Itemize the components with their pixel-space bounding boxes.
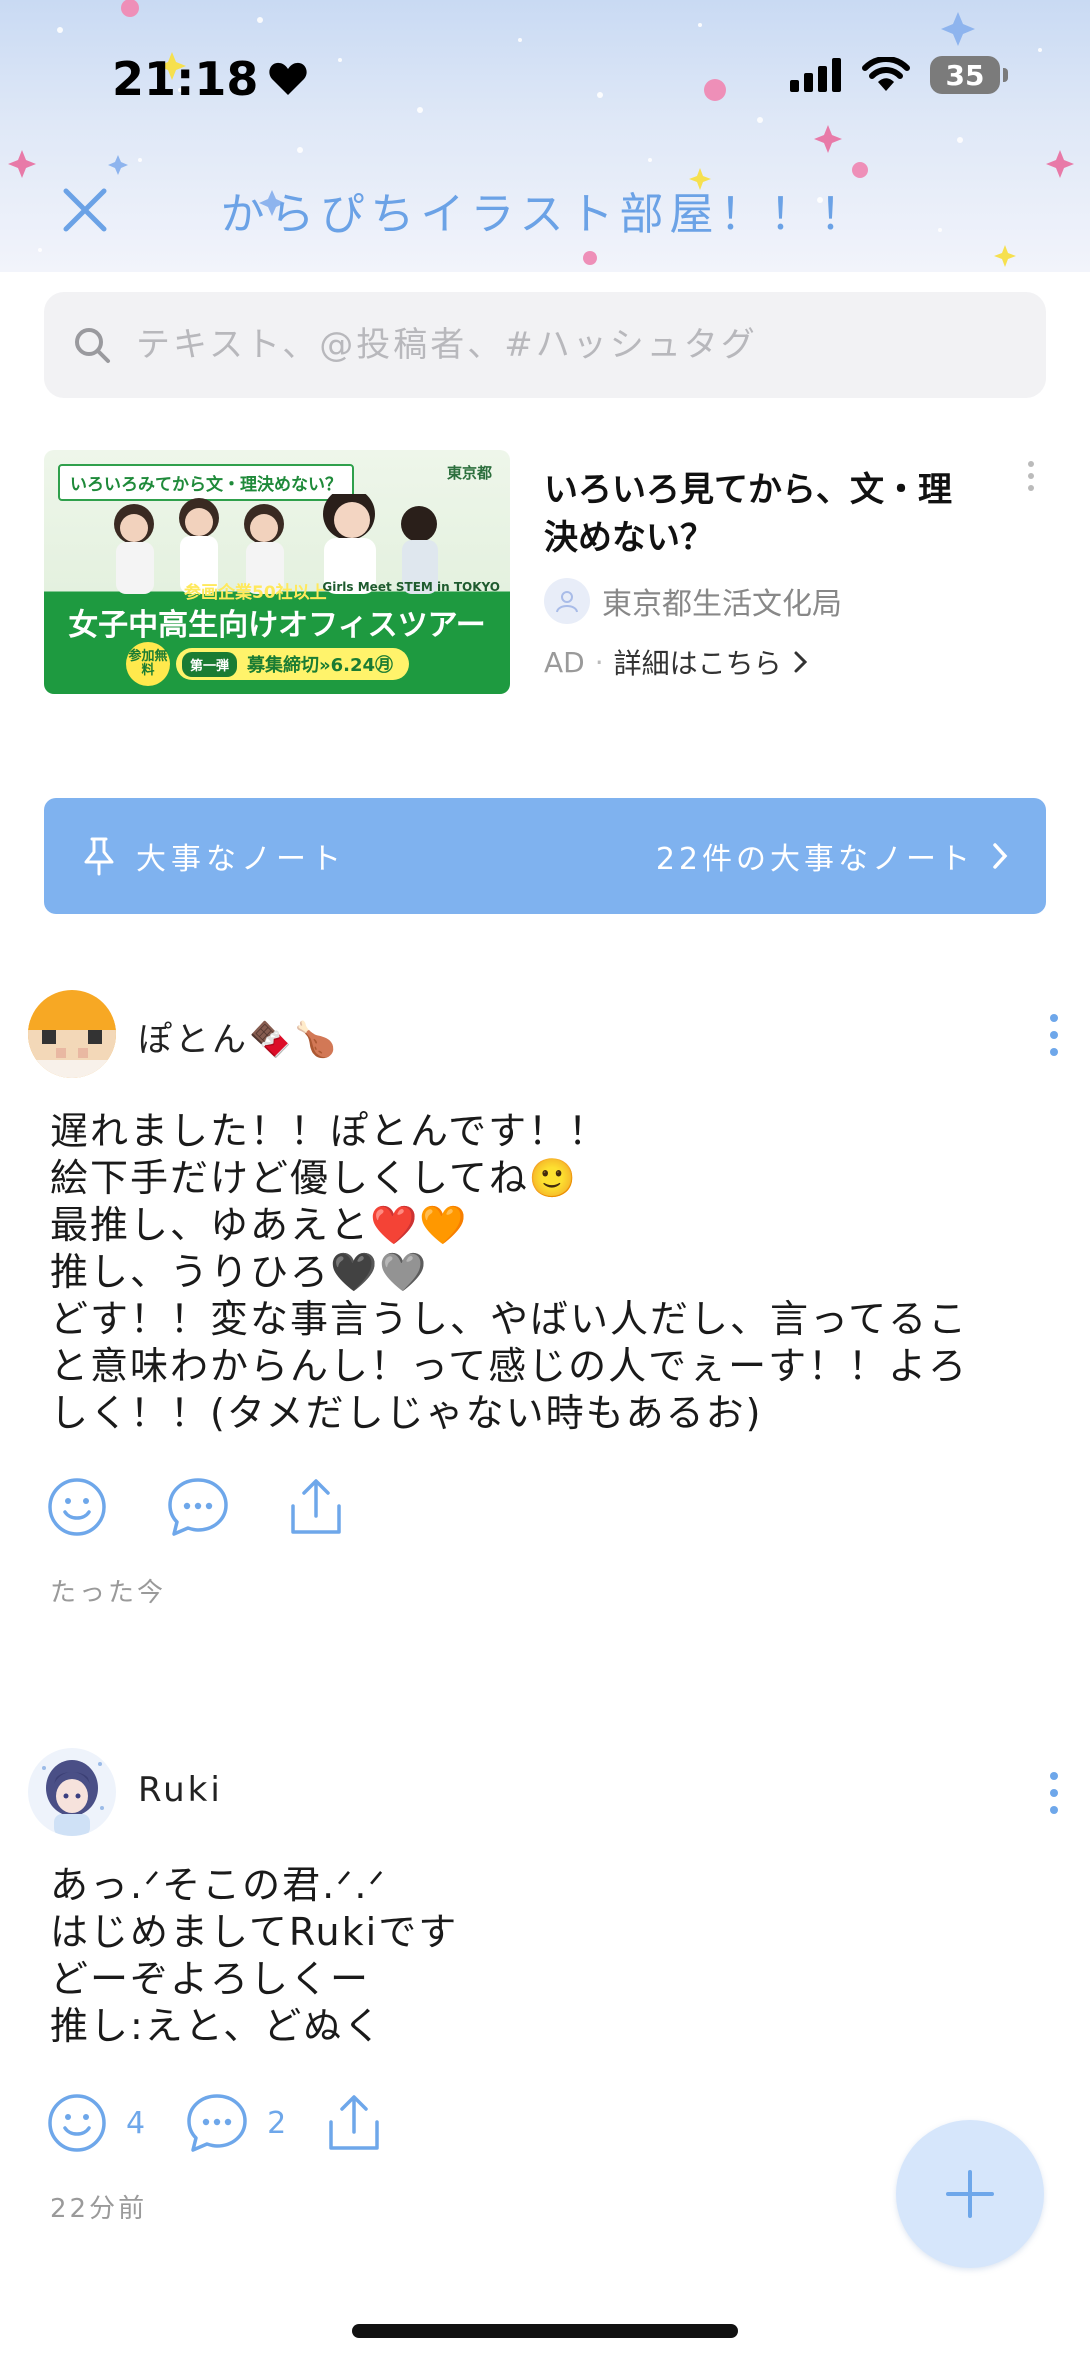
chevron-right-icon — [794, 651, 807, 673]
important-notes-label-group: 大事なノート — [80, 834, 346, 878]
important-notes-bar[interactable]: 大事なノート 22件の大事なノート — [44, 798, 1046, 914]
ad-banner-gov: 東京都 — [446, 464, 492, 482]
share-icon — [291, 1479, 341, 1534]
ad-card[interactable]: いろいろみてから文・理決めない？ 東京都 参画企業50社以上 Girls Mee… — [44, 450, 1046, 700]
cellular-signal-icon — [790, 58, 841, 92]
ad-title[interactable]: いろいろ見てから、文・理決めない？ — [544, 466, 984, 562]
search-input[interactable] — [134, 324, 1018, 366]
important-notes-label: 大事なノート — [136, 842, 346, 877]
search-icon — [75, 328, 110, 363]
new-post-button[interactable] — [896, 2120, 1044, 2268]
sponsor-avatar — [544, 578, 590, 624]
post-line: あっ.ᐟそこの君.ᐟ.ᐟ — [50, 1863, 387, 1907]
ad-sponsor-name: 東京都生活文化局 — [602, 587, 842, 622]
chevron-right-icon — [993, 843, 1008, 869]
separator-dot: · — [594, 645, 604, 679]
share-button[interactable] — [326, 2092, 382, 2154]
post-line: どーぞよろしくー — [50, 1957, 371, 2001]
pixel-avatar-image — [28, 990, 116, 1078]
post-line: と意味わからんし！って感じの人でぇーす！！よろ — [50, 1344, 969, 1388]
post-line: 推し:えと、どぬく — [50, 2004, 384, 2048]
post-line: はじめましてRukiです — [50, 1910, 459, 1954]
wifi-icon — [862, 57, 910, 91]
ad-banner-brand: Girls Meet STEM in TOKYO — [322, 580, 500, 594]
post-timestamp: 22分前 — [50, 2194, 148, 2224]
post-body: あっ.ᐟそこの君.ᐟ.ᐟ はじめましてRukiです どーぞよろしくー 推し:えと… — [50, 1862, 1050, 2050]
battery-indicator: 35 — [930, 56, 1008, 94]
ad-banner-free-badge: 参加無料 — [126, 642, 170, 686]
important-notes-count: 22件の大事なノート — [655, 842, 974, 877]
post-line: どす！！変な事言うし、やばい人だし、言ってるこ — [50, 1297, 969, 1341]
group-title: からぴちイラスト部屋！！！ — [220, 189, 870, 240]
share-button[interactable] — [288, 1476, 344, 1538]
post-line: しく！！(タメだしじゃない時もあるお) — [50, 1391, 763, 1435]
comment-button[interactable]: 2 — [185, 2092, 286, 2154]
home-indicator[interactable] — [352, 2324, 738, 2338]
user-icon — [556, 591, 578, 613]
comment-bubble-icon — [187, 2094, 247, 2152]
reaction-button[interactable] — [46, 1476, 126, 1538]
ad-sponsor: 東京都生活文化局 — [544, 578, 842, 624]
ad-banner-chip: 第一弾 — [182, 651, 238, 677]
post-card[interactable]: ぽとん🍫🍗 遅れました！！ぽとんです！！ 絵下手だけど優しくしてね🙂 最推し、ゆ… — [0, 990, 1090, 1630]
more-options-icon[interactable] — [1044, 1010, 1064, 1060]
pin-icon — [84, 837, 114, 876]
smiley-icon — [48, 1478, 106, 1536]
ad-footer[interactable]: AD · 詳細はこちら — [544, 642, 810, 682]
post-actions: 4 2 — [46, 2092, 422, 2154]
heart-icon — [269, 62, 308, 95]
post-line: 推し、うりひろ🖤🩶 — [50, 1250, 429, 1294]
reaction-count: 4 — [126, 2105, 146, 2141]
more-options-icon[interactable] — [1016, 456, 1046, 496]
avatar[interactable] — [28, 1748, 116, 1836]
important-notes-link[interactable]: 22件の大事なノート — [656, 834, 1010, 878]
post-author[interactable]: Ruki — [138, 1770, 223, 1810]
post-line: 最推し、ゆあえと❤️🧡 — [50, 1203, 469, 1247]
ad-banner-image[interactable]: いろいろみてから文・理決めない？ 東京都 参画企業50社以上 Girls Mee… — [44, 450, 510, 694]
anime-avatar-image — [28, 1748, 116, 1836]
status-time: 21:18 — [112, 52, 308, 106]
ad-detail-link[interactable]: 詳細はこちら — [614, 642, 782, 682]
post-line: 絵下手だけど優しくしてね🙂 — [50, 1156, 579, 1200]
smiley-icon — [48, 2094, 106, 2152]
group-header: 21:18 35 からぴちイラスト部屋！！！ — [0, 0, 1090, 272]
reaction-button[interactable]: 4 — [46, 2092, 145, 2154]
ad-banner-deadline: 第一弾 募集締切»6.24㊊ — [176, 648, 410, 680]
post-body: 遅れました！！ぽとんです！！ 絵下手だけど優しくしてね🙂 最推し、ゆあえと❤️🧡… — [50, 1108, 1050, 1437]
ad-banner-main: 女子中高生向けオフィスツアー — [68, 608, 486, 643]
comment-button[interactable] — [166, 1476, 248, 1538]
post-timestamp: たった今 — [50, 1578, 167, 1608]
more-options-icon[interactable] — [1044, 1768, 1064, 1818]
comment-count: 2 — [267, 2105, 287, 2141]
post-actions — [46, 1476, 384, 1538]
avatar[interactable] — [28, 990, 116, 1078]
status-time-text: 21:18 — [112, 52, 259, 106]
post-line: 遅れました！！ぽとんです！！ — [50, 1109, 609, 1153]
share-icon — [329, 2095, 379, 2150]
ad-banner-deadline-text: 募集締切»6.24㊊ — [247, 655, 394, 676]
plus-icon — [946, 2170, 994, 2218]
post-author[interactable]: ぽとん🍫🍗 — [138, 1012, 340, 1061]
ad-label: AD — [544, 645, 585, 679]
comment-bubble-icon — [168, 1478, 228, 1536]
status-icons: 35 — [790, 56, 1008, 94]
search-bar[interactable] — [44, 292, 1046, 398]
